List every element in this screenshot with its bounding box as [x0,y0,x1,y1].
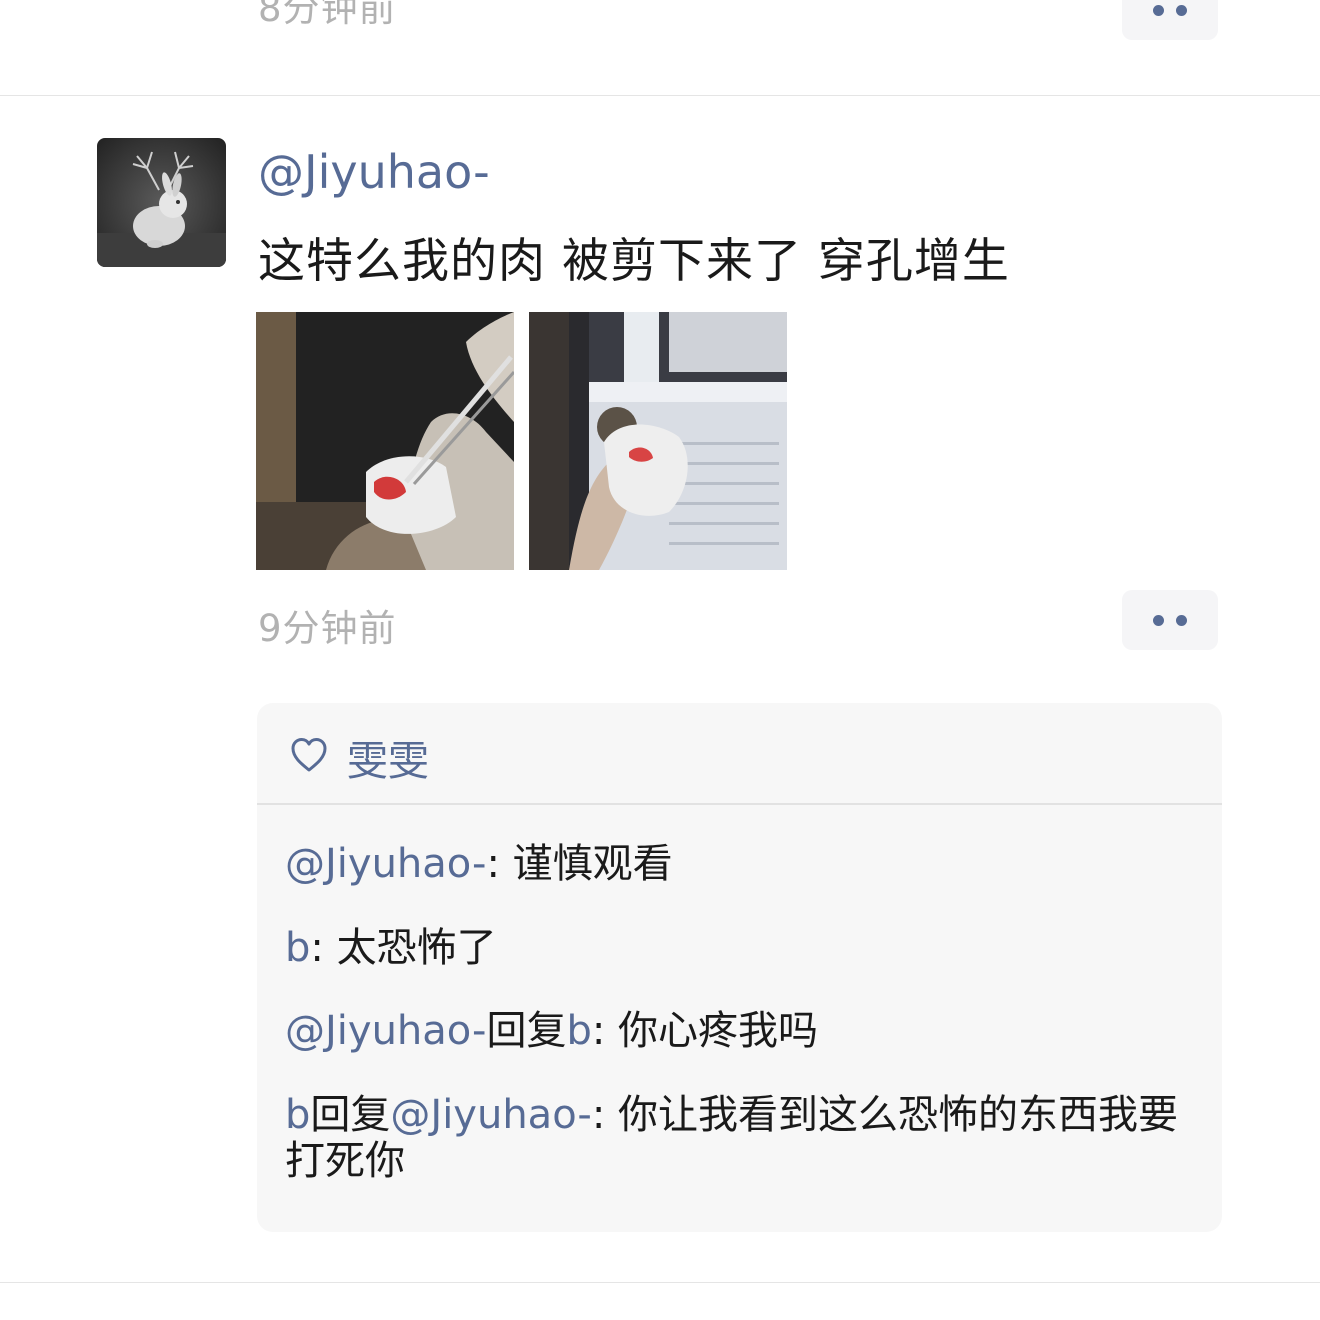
post-username[interactable]: @Jiyuhao- [258,145,490,199]
comment-author[interactable]: b [285,925,310,971]
reply-target[interactable]: b [566,1008,591,1054]
comment-item[interactable]: @Jiyuhao-回复b: 你心疼我吗 [285,1008,1205,1054]
comment-colon: : [310,925,337,971]
comment-item[interactable]: @Jiyuhao-: 谨慎观看 [285,841,1205,887]
post-photo-1[interactable] [256,312,514,570]
previous-post-time: 8分钟前 [258,0,397,30]
post-time: 9分钟前 [258,607,397,650]
comment-author[interactable]: @Jiyuhao- [285,841,486,887]
more-dot-icon [1176,4,1187,16]
comment-author[interactable]: b [285,1092,310,1138]
reply-target[interactable]: @Jiyuhao- [390,1092,591,1138]
post-text: 这特么我的肉 被剪下来了 穿孔增生 [258,234,1010,289]
reply-word: 回复 [310,1092,391,1138]
likes-divider [257,803,1222,805]
post-more-button[interactable] [1122,590,1218,650]
comment-colon: : [591,1008,619,1054]
comment-box: 雯雯 @Jiyuhao-: 谨慎观看 b: 太恐怖了 @Jiyuhao-回复b:… [257,703,1222,1232]
comment-text: 太恐怖了 [336,925,497,971]
comment-author[interactable]: @Jiyuhao- [285,1008,486,1054]
comment-colon: : [591,1092,619,1138]
more-dot-icon [1176,614,1187,626]
post-divider [0,1282,1320,1283]
comment-text: 谨慎观看 [512,841,673,887]
comment-item[interactable]: b: 太恐怖了 [285,925,1205,971]
more-dot-icon [1153,614,1164,626]
comment-text: 你心疼我吗 [618,1008,819,1054]
post-photo-2[interactable] [529,312,787,570]
comment-item[interactable]: b回复@Jiyuhao-: 你让我看到这么恐怖的东西我要打死你 [285,1092,1205,1184]
more-dot-icon [1153,4,1164,16]
previous-post-more-button[interactable] [1122,0,1218,40]
liker-name[interactable]: 雯雯 [347,727,429,787]
heart-icon [291,738,327,772]
avatar[interactable] [97,138,226,267]
likes-row: 雯雯 [257,703,1222,804]
reply-word: 回复 [486,1008,567,1054]
comment-colon: : [486,841,513,887]
post-divider [0,95,1320,96]
